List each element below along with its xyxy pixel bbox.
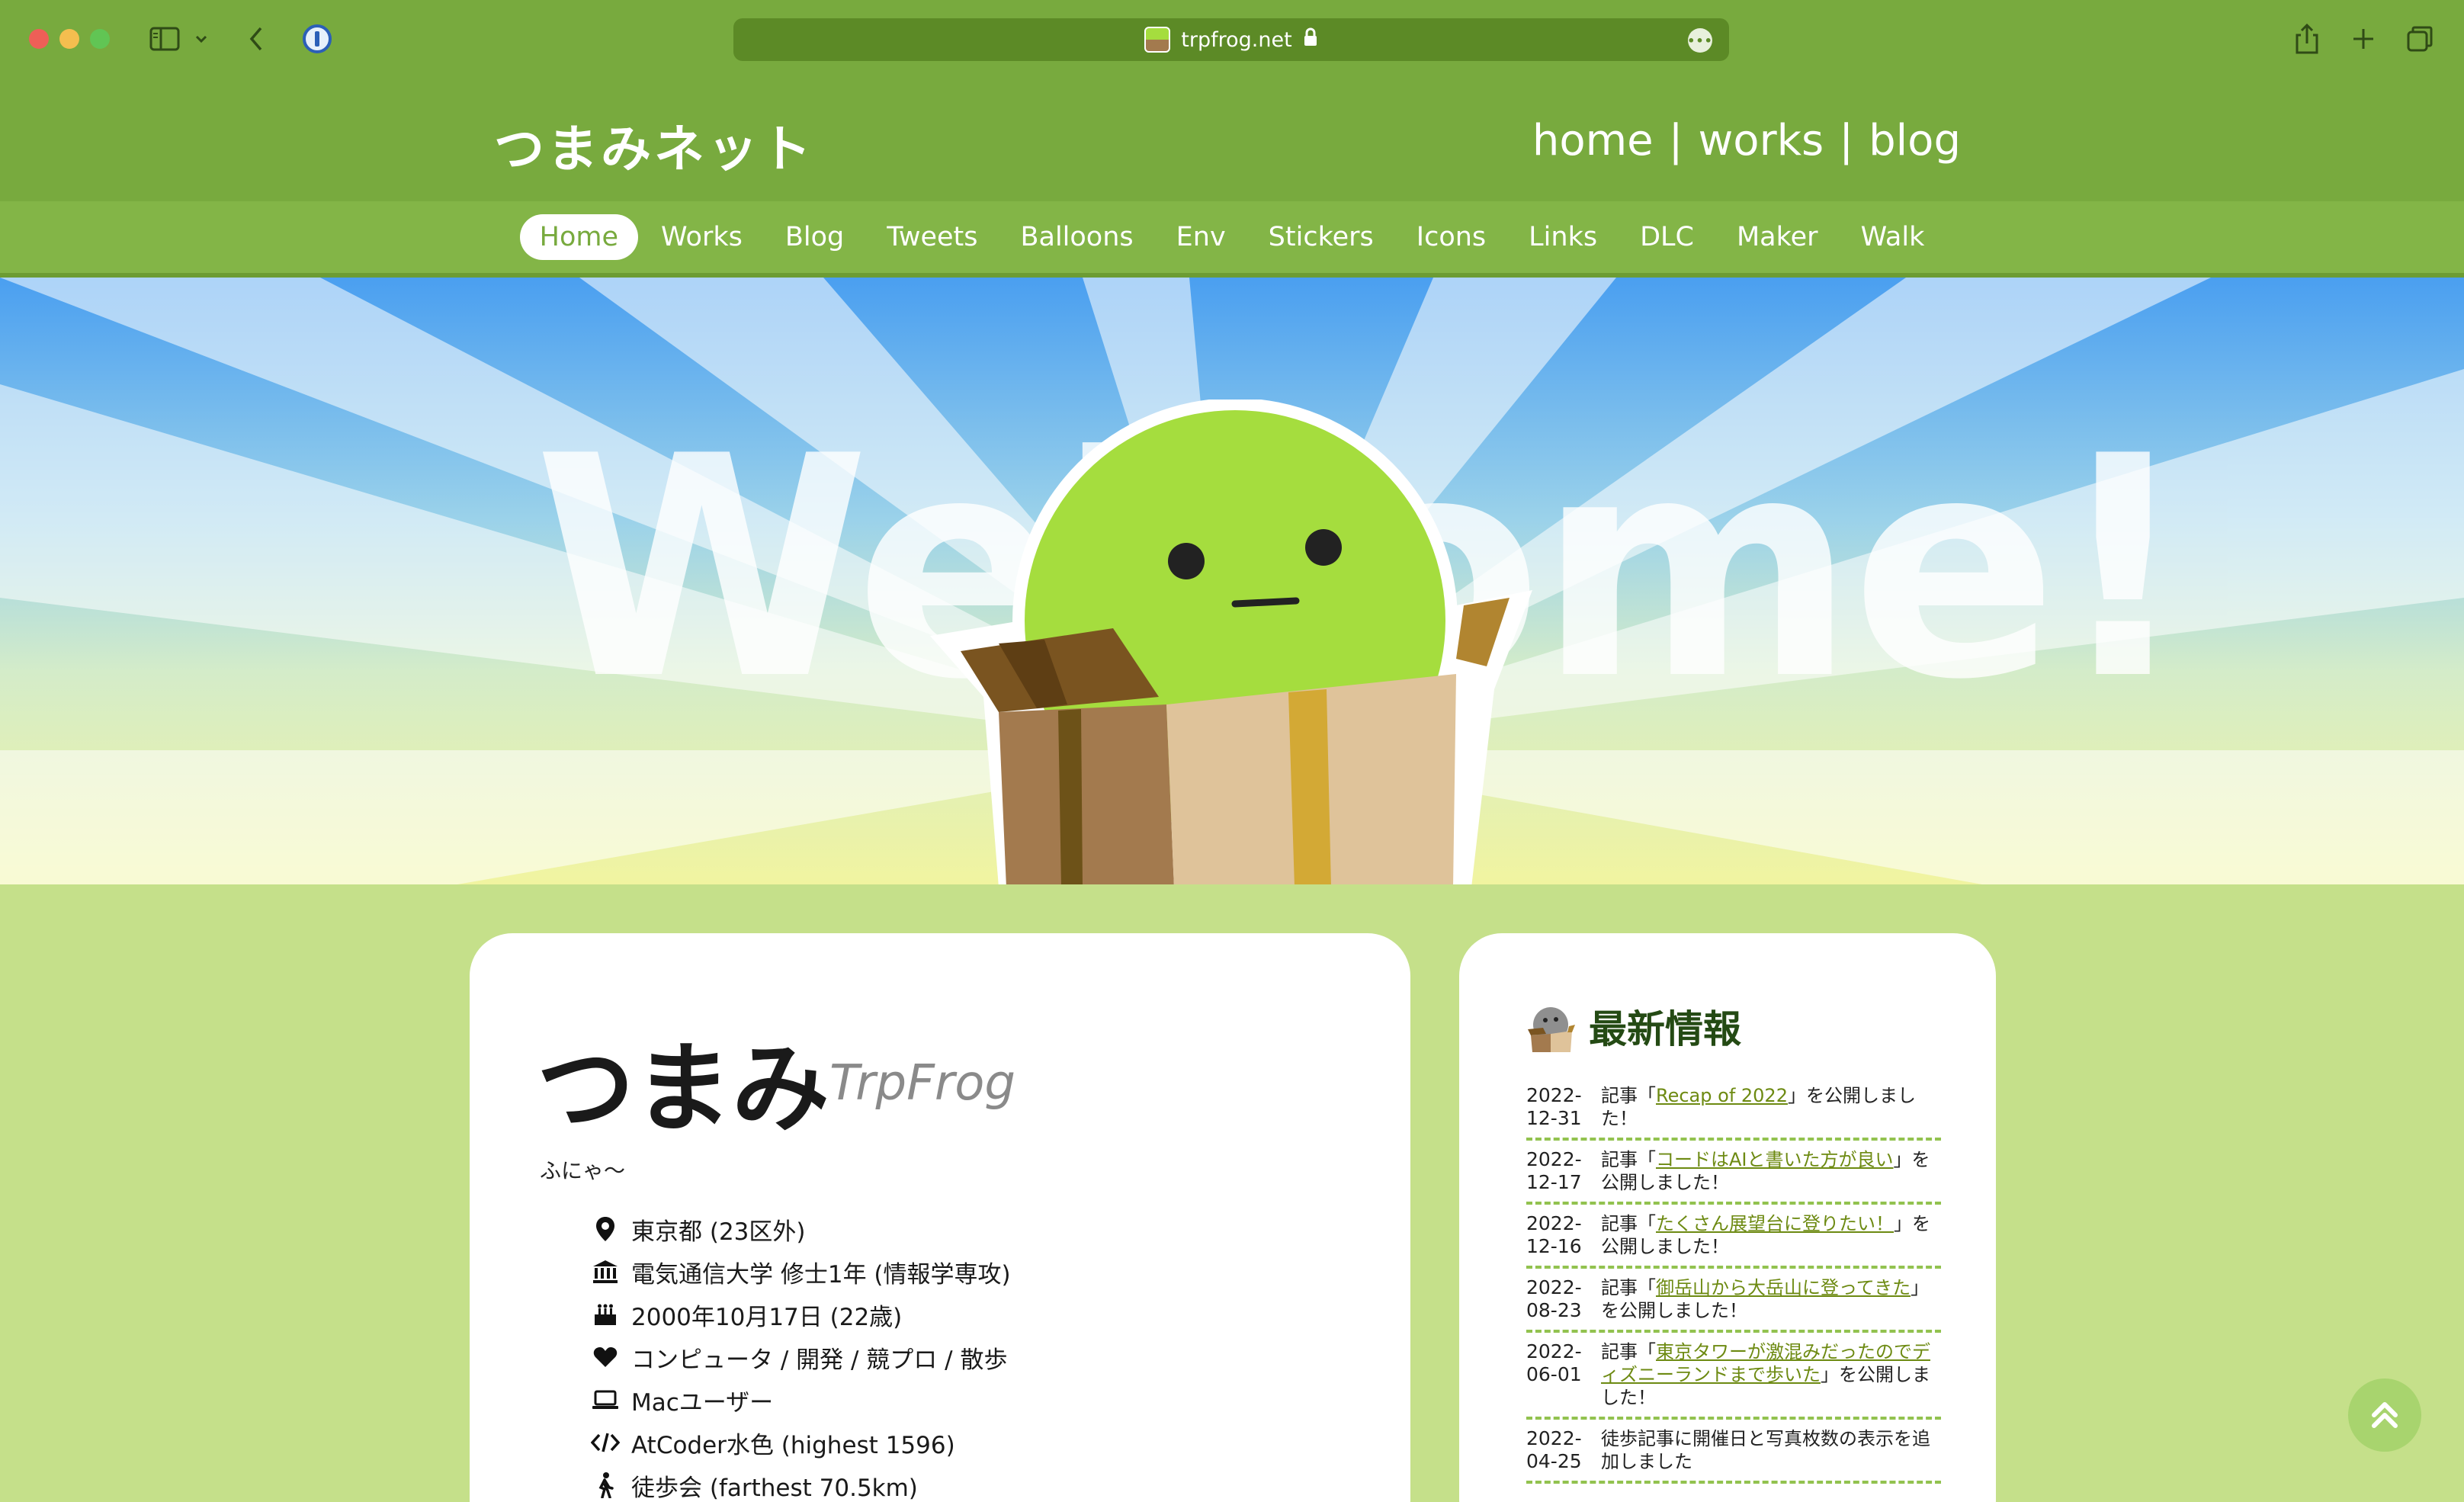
news-date: 2022-12-31 xyxy=(1526,1084,1582,1129)
birthday-cake-icon xyxy=(590,1299,621,1330)
nav-tweets[interactable]: Tweets xyxy=(867,214,997,260)
news-text: 徒歩記事に開催日と写真枚数の表示を追加しました xyxy=(1601,1428,1930,1472)
info-walking: 徒歩会 (farthest 70.5km) xyxy=(631,1474,918,1502)
news-link[interactable]: コードはAIと書いた方が良い xyxy=(1656,1149,1894,1170)
nav-blog[interactable]: Blog xyxy=(765,214,864,260)
nav-dlc[interactable]: DLC xyxy=(1620,214,1714,260)
top-links: home | works | blog xyxy=(1532,116,1961,165)
nav-icons[interactable]: Icons xyxy=(1397,214,1506,260)
top-link-works[interactable]: works xyxy=(1699,116,1824,165)
profile-card: つまみ TrpFrog ふにゃ〜 東京都 (23区外) 電気通信大学 修士1年 … xyxy=(470,933,1410,1502)
list-item: 東京都 (23区外) xyxy=(590,1208,1011,1250)
new-tab-plus-icon[interactable] xyxy=(2347,20,2380,58)
frog-mascot-in-box xyxy=(930,400,1532,884)
news-date: 2022-12-16 xyxy=(1526,1212,1582,1257)
list-item: 徒歩会 (farthest 70.5km) xyxy=(590,1464,1011,1502)
list-item: Macユーザー xyxy=(590,1378,1011,1421)
list-item: AtCoder水色 (highest 1596) xyxy=(590,1421,1011,1464)
news-card: 最新情報 2022-12-31 記事「Recap of 2022」を公開しました… xyxy=(1459,933,1996,1502)
more-options-icon[interactable]: ••• xyxy=(1687,28,1712,53)
list-item: コンピュータ / 開発 / 競プロ / 散歩 xyxy=(590,1336,1011,1378)
walking-icon xyxy=(590,1470,621,1500)
browser-toolbar: trpfrog.net ••• xyxy=(0,0,2464,79)
news-item: 2022-06-01 記事「東京タワーが激混みだったのでディズニーランドまで歩い… xyxy=(1526,1333,1941,1420)
info-interests: コンピュータ / 開発 / 競プロ / 散歩 xyxy=(631,1346,1008,1374)
top-link-separator: | xyxy=(1668,116,1683,165)
code-icon xyxy=(590,1427,621,1458)
news-text: 記事「御岳山から大岳山に登ってきた」を公開しました！ xyxy=(1601,1277,1930,1321)
profile-handle: TrpFrog xyxy=(829,1055,1015,1112)
news-item: 2022-12-16 記事「たくさん展望台に登りたい！」を公開しました！ xyxy=(1526,1205,1941,1269)
info-school: 電気通信大学 修士1年 (情報学専攻) xyxy=(631,1260,1011,1289)
nav-maker[interactable]: Maker xyxy=(1717,214,1838,260)
back-arrow-icon[interactable] xyxy=(242,20,270,58)
news-item: 2022-08-23 記事「御岳山から大岳山に登ってきた」を公開しました！ xyxy=(1526,1269,1941,1333)
nav-walk[interactable]: Walk xyxy=(1841,214,1945,260)
close-window-button[interactable] xyxy=(29,29,49,49)
news-item: 2022-04-25 徒歩記事に開催日と写真枚数の表示を追加しました xyxy=(1526,1420,1941,1484)
double-chevron-up-icon xyxy=(2372,1402,2398,1428)
scroll-to-top-button[interactable] xyxy=(2348,1378,2421,1452)
nav-env[interactable]: Env xyxy=(1157,214,1246,260)
news-text: 記事「Recap of 2022」を公開しました！ xyxy=(1601,1085,1916,1129)
site-header: つまみネット home | works | blog xyxy=(0,79,2464,201)
university-icon xyxy=(590,1256,621,1287)
news-text: 記事「たくさん展望台に登りたい！」を公開しました！ xyxy=(1601,1213,1930,1257)
sidebar-toggle-icon[interactable] xyxy=(148,20,181,58)
news-header: 最新情報 xyxy=(1523,999,1741,1054)
address-bar[interactable]: trpfrog.net ••• xyxy=(733,18,1729,61)
site-logo[interactable]: つまみネット xyxy=(494,108,814,181)
news-date: 2022-08-23 xyxy=(1526,1276,1582,1321)
gray-frog-box-icon xyxy=(1528,1005,1575,1052)
news-date: 2022-12-17 xyxy=(1526,1148,1582,1193)
list-item: 2000年10月17日 (22歳) xyxy=(590,1293,1011,1336)
password-manager-icon[interactable] xyxy=(299,20,335,58)
lock-icon xyxy=(1303,27,1318,53)
profile-tagline: ふにゃ〜 xyxy=(540,1158,626,1183)
top-link-blog[interactable]: blog xyxy=(1869,116,1961,165)
top-link-separator: | xyxy=(1839,116,1854,165)
nav-home[interactable]: Home xyxy=(519,214,638,260)
news-date: 2022-06-01 xyxy=(1526,1340,1582,1385)
sub-navigation: Home Works Blog Tweets Balloons Env Stic… xyxy=(0,201,2464,278)
news-list: 2022-12-31 記事「Recap of 2022」を公開しました！ 202… xyxy=(1526,1077,1941,1484)
info-atcoder: AtCoder水色 (highest 1596) xyxy=(631,1431,955,1459)
top-link-home[interactable]: home xyxy=(1532,116,1654,165)
nav-works[interactable]: Works xyxy=(641,214,762,260)
news-link[interactable]: 御岳山から大岳山に登ってきた xyxy=(1656,1277,1911,1298)
news-link[interactable]: Recap of 2022 xyxy=(1656,1085,1788,1106)
info-computer: Macユーザー xyxy=(631,1388,774,1417)
share-icon[interactable] xyxy=(2290,20,2324,58)
profile-info-list: 東京都 (23区外) 電気通信大学 修士1年 (情報学専攻) 2000年10月1… xyxy=(590,1208,1011,1502)
zoom-window-button[interactable] xyxy=(90,29,110,49)
news-text: 記事「東京タワーが激混みだったのでディズニーランドまで歩いた」を公開しました！ xyxy=(1601,1341,1930,1408)
news-link[interactable]: たくさん展望台に登りたい！ xyxy=(1656,1213,1894,1234)
news-title: 最新情報 xyxy=(1589,1007,1741,1051)
list-item: 電気通信大学 修士1年 (情報学専攻) xyxy=(590,1250,1011,1293)
url-text: trpfrog.net xyxy=(1181,27,1292,52)
news-item: 2022-12-17 記事「コードはAIと書いた方が良い」を公開しました！ xyxy=(1526,1141,1941,1205)
nav-stickers[interactable]: Stickers xyxy=(1249,214,1394,260)
news-item: 2022-12-31 記事「Recap of 2022」を公開しました！ xyxy=(1526,1077,1941,1141)
nav-balloons[interactable]: Balloons xyxy=(1000,214,1153,260)
news-text: 記事「コードはAIと書いた方が良い」を公開しました！ xyxy=(1601,1149,1930,1193)
profile-name: つまみ xyxy=(537,1032,830,1146)
minimize-window-button[interactable] xyxy=(59,29,79,49)
news-date: 2022-04-25 xyxy=(1526,1427,1582,1472)
nav-links[interactable]: Links xyxy=(1509,214,1617,260)
hero-banner: Welcome! xyxy=(0,278,2464,884)
location-pin-icon xyxy=(590,1214,621,1244)
heart-icon xyxy=(590,1342,621,1372)
site-favicon-icon xyxy=(1144,27,1171,53)
chevron-down-icon[interactable] xyxy=(192,20,210,58)
laptop-icon xyxy=(590,1385,621,1415)
info-birthday: 2000年10月17日 (22歳) xyxy=(631,1303,903,1331)
tab-overview-icon[interactable] xyxy=(2403,20,2437,58)
info-location: 東京都 (23区外) xyxy=(631,1218,806,1246)
